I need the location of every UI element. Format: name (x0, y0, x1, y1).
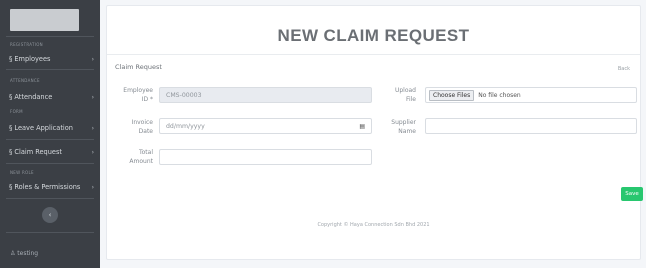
sidebar-item-roles-permissions[interactable]: § Roles & Permissions › (9, 183, 94, 191)
label-line: Total (138, 149, 153, 156)
chevron-right-icon: › (91, 55, 94, 63)
section-label-new-role: NEW ROLE (10, 170, 34, 175)
sidebar: REGISTRATION § Employees › ATTENDANCE § … (0, 0, 100, 268)
invoice-date-placeholder: dd/mm/yyyy (166, 122, 205, 130)
employee-id-label: Employee ID * (117, 86, 153, 104)
label-line: Invoice (131, 119, 153, 126)
sidebar-item-leave-application[interactable]: § Leave Application › (9, 124, 94, 132)
claim-form-card: NEW CLAIM REQUEST Claim Request Back Emp… (106, 5, 643, 260)
save-button[interactable]: Save (621, 187, 643, 201)
breadcrumb: Claim Request (115, 63, 162, 71)
user-profile[interactable]: ♙ testing (10, 250, 38, 257)
main-content: NEW CLAIM REQUEST Claim Request Back Emp… (100, 0, 646, 268)
supplier-name-label: Supplier Name (380, 118, 416, 136)
title-divider (107, 54, 640, 55)
chevron-right-icon: › (91, 93, 94, 101)
label-line: Employee (123, 87, 153, 94)
sidebar-divider (6, 198, 94, 199)
sidebar-item-label: § Roles & Permissions (9, 183, 81, 191)
label-line: Amount (129, 158, 153, 165)
file-status: No file chosen (478, 91, 521, 99)
page-title: NEW CLAIM REQUEST (277, 26, 470, 45)
sidebar-item-employees[interactable]: § Employees › (9, 55, 94, 63)
total-amount-label: Total Amount (117, 148, 153, 166)
label-line: ID * (141, 96, 153, 103)
sidebar-divider (6, 36, 94, 37)
total-amount-input[interactable] (159, 149, 372, 165)
chevron-right-icon: › (91, 183, 94, 191)
collapse-sidebar-button[interactable]: ‹ (42, 207, 58, 223)
label-line: Name (398, 128, 416, 135)
sidebar-item-label: § Claim Request (9, 148, 63, 156)
chevron-right-icon: › (91, 148, 94, 156)
supplier-name-input[interactable] (425, 118, 637, 134)
label-line: Upload (394, 87, 416, 94)
section-label-registration: REGISTRATION (10, 42, 43, 47)
calendar-icon[interactable]: ▤ (359, 123, 365, 130)
upload-file-input[interactable]: Choose Files No file chosen (425, 87, 637, 103)
sidebar-item-label: § Employees (9, 55, 51, 63)
copyright-text: Copyright © Haya Connection Sdn Bhd 2021 (317, 222, 430, 228)
sidebar-divider (6, 139, 94, 140)
app-window: REGISTRATION § Employees › ATTENDANCE § … (0, 0, 646, 268)
upload-file-label: Upload File (380, 86, 416, 104)
sidebar-item-label: § Attendance (9, 93, 53, 101)
label-line: Date (138, 128, 153, 135)
sidebar-divider (6, 69, 94, 70)
chevron-left-icon: ‹ (48, 211, 52, 219)
sidebar-item-claim-request[interactable]: § Claim Request › (9, 148, 94, 156)
employee-id-value: CMS-00003 (166, 91, 202, 99)
back-link[interactable]: Back (618, 66, 630, 72)
invoice-date-label: Invoice Date (117, 118, 153, 136)
choose-files-button[interactable]: Choose Files (429, 89, 475, 101)
label-line: File (405, 96, 416, 103)
employee-id-field[interactable]: CMS-00003 (159, 87, 372, 103)
sidebar-divider (6, 232, 94, 233)
section-label-form: FORM (10, 109, 23, 114)
invoice-date-input[interactable]: dd/mm/yyyy ▤ (159, 118, 372, 134)
sidebar-divider (6, 163, 94, 164)
sidebar-item-label: § Leave Application (9, 124, 73, 132)
chevron-right-icon: › (91, 124, 94, 132)
label-line: Supplier (391, 119, 416, 126)
sidebar-item-attendance[interactable]: § Attendance › (9, 93, 94, 101)
section-label-attendance: ATTENDANCE (10, 78, 40, 83)
logo[interactable] (10, 9, 79, 31)
